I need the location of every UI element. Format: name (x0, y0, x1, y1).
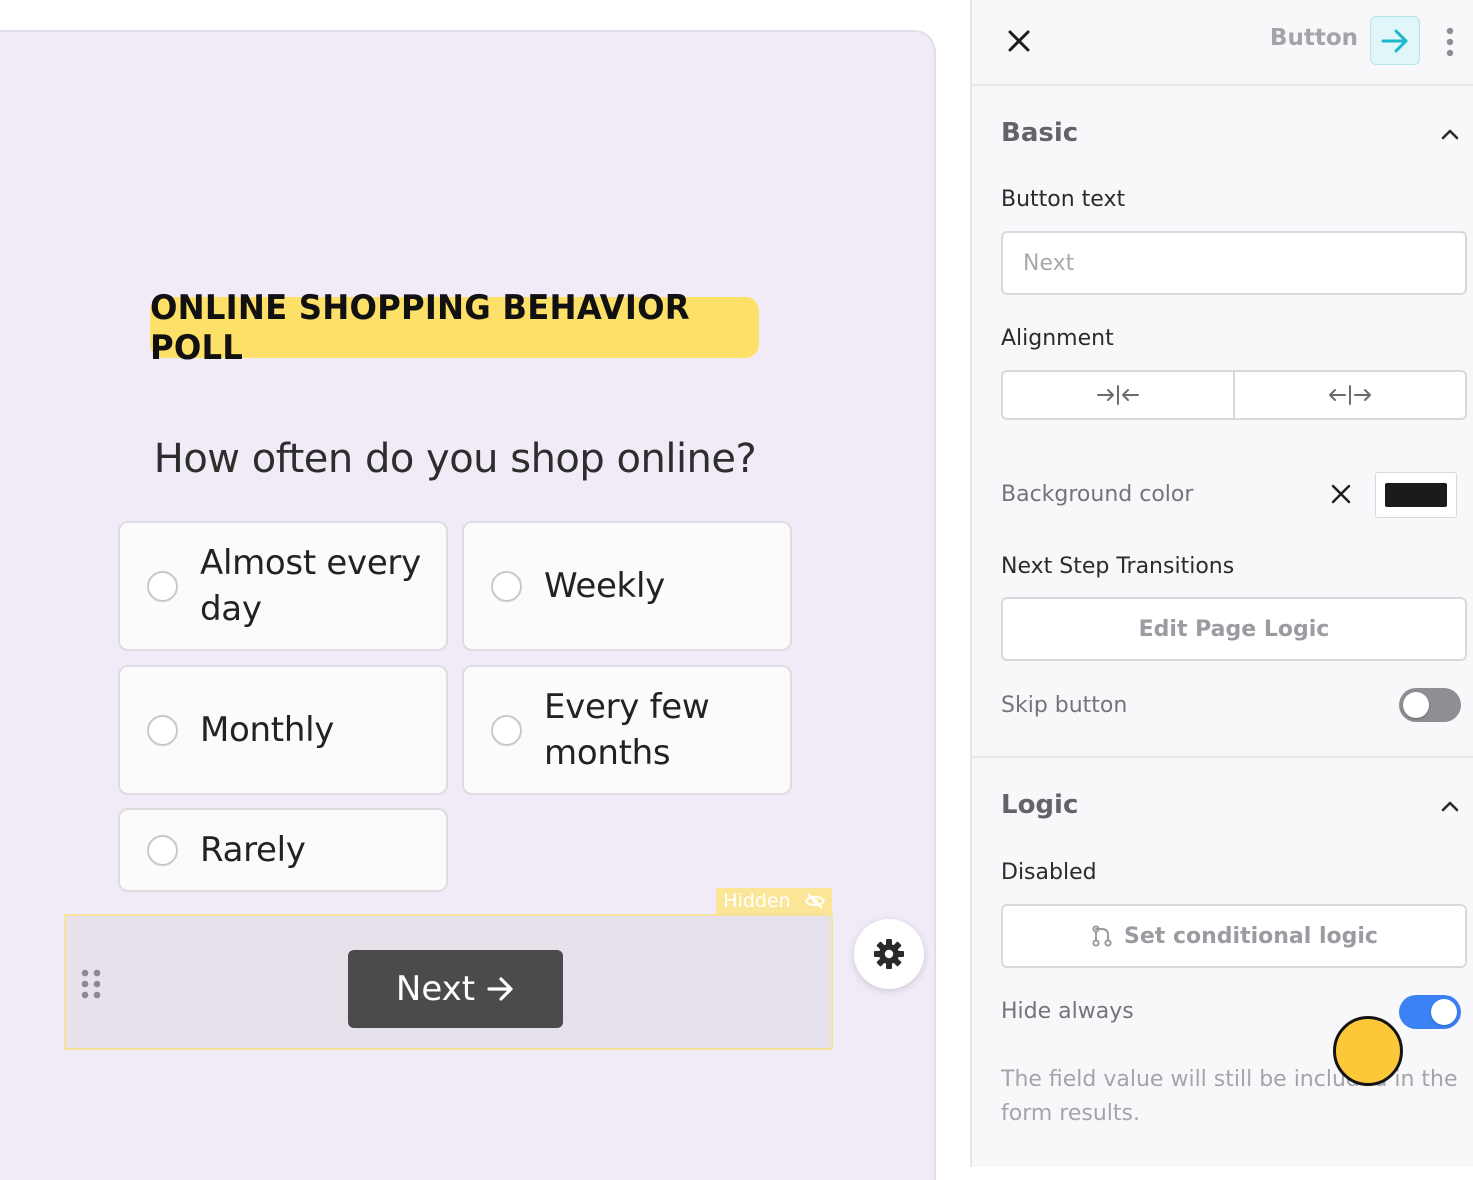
background-color-picker[interactable] (1375, 472, 1457, 518)
toggle-knob (1431, 999, 1457, 1025)
option-label: Almost every day (200, 543, 421, 629)
skip-button-toggle[interactable] (1399, 688, 1461, 722)
disabled-label: Disabled (1001, 860, 1097, 885)
section-title-basic: Basic (1001, 118, 1079, 148)
option-label: Monthly (200, 710, 335, 750)
option-monthly[interactable]: Monthly (118, 665, 448, 795)
hidden-badge: Hidden (716, 888, 832, 914)
block-settings-button[interactable] (854, 919, 924, 989)
radio-circle[interactable] (147, 834, 178, 866)
arrow-right-icon (1381, 29, 1408, 52)
chevron-up-icon[interactable] (1438, 796, 1462, 816)
radio-circle[interactable] (147, 570, 178, 602)
align-center-button[interactable] (1003, 372, 1233, 418)
option-weekly[interactable]: Weekly (462, 521, 792, 651)
radio-circle[interactable] (147, 714, 178, 746)
next-button-label: Next (395, 969, 476, 1009)
edit-page-logic-label: Edit Page Logic (1138, 616, 1330, 642)
panel-title: Button (1269, 25, 1358, 51)
gear-icon (874, 939, 904, 969)
option-label: Every few months (544, 687, 710, 773)
pointer-cursor-indicator (1333, 1016, 1403, 1086)
align-center-icon (1097, 385, 1139, 405)
set-conditional-logic-button[interactable]: Set conditional logic (1001, 904, 1467, 968)
clear-color-icon[interactable] (1330, 483, 1352, 505)
edit-page-logic-button[interactable]: Edit Page Logic (1001, 597, 1467, 661)
eye-off-icon (804, 893, 825, 909)
option-almost-every-day[interactable]: Almost every day (118, 521, 448, 651)
option-every-few-months[interactable]: Every few months (462, 665, 792, 795)
section-divider (972, 756, 1473, 758)
panel-header: Button (972, 0, 1473, 86)
button-text-input[interactable] (1001, 231, 1467, 295)
set-conditional-logic-label: Set conditional logic (1124, 923, 1378, 949)
hidden-badge-label: Hidden (723, 890, 791, 912)
more-options-icon[interactable] (1442, 26, 1458, 58)
hide-always-helper-text: The field value will still be included i… (1001, 1067, 1458, 1126)
transitions-label: Next Step Transitions (1001, 554, 1235, 579)
button-text-label: Button text (1001, 187, 1126, 212)
next-button[interactable]: Next (348, 950, 563, 1028)
radio-circle[interactable] (491, 570, 522, 602)
properties-panel: Button Basic Button text Alignment (970, 0, 1473, 1167)
chevron-up-icon[interactable] (1438, 124, 1462, 144)
option-label: Rarely (200, 830, 306, 870)
alignment-segmented-control (1001, 370, 1467, 420)
toggle-knob (1403, 692, 1429, 718)
align-stretch-button[interactable] (1233, 372, 1465, 418)
background-color-label: Background color (1001, 482, 1194, 507)
close-icon[interactable] (1004, 26, 1034, 56)
question-text: How often do you shop online? (153, 436, 757, 482)
drag-handle-icon[interactable] (79, 969, 105, 999)
block-type-button[interactable] (1370, 16, 1420, 65)
hide-always-label: Hide always (1001, 999, 1134, 1024)
align-stretch-icon (1329, 385, 1371, 405)
alignment-label: Alignment (1001, 326, 1114, 351)
section-title-logic: Logic (1001, 790, 1079, 820)
color-swatch (1385, 483, 1447, 507)
radio-circle[interactable] (491, 714, 522, 746)
option-rarely[interactable]: Rarely (118, 808, 448, 892)
hide-always-toggle[interactable] (1399, 995, 1461, 1029)
skip-button-label: Skip button (1001, 693, 1128, 718)
option-label: Weekly (544, 566, 665, 606)
arrow-right-icon (487, 977, 513, 1001)
poll-title: ONLINE SHOPPING BEHAVIOR POLL (150, 288, 759, 368)
git-branch-icon (1092, 925, 1112, 947)
